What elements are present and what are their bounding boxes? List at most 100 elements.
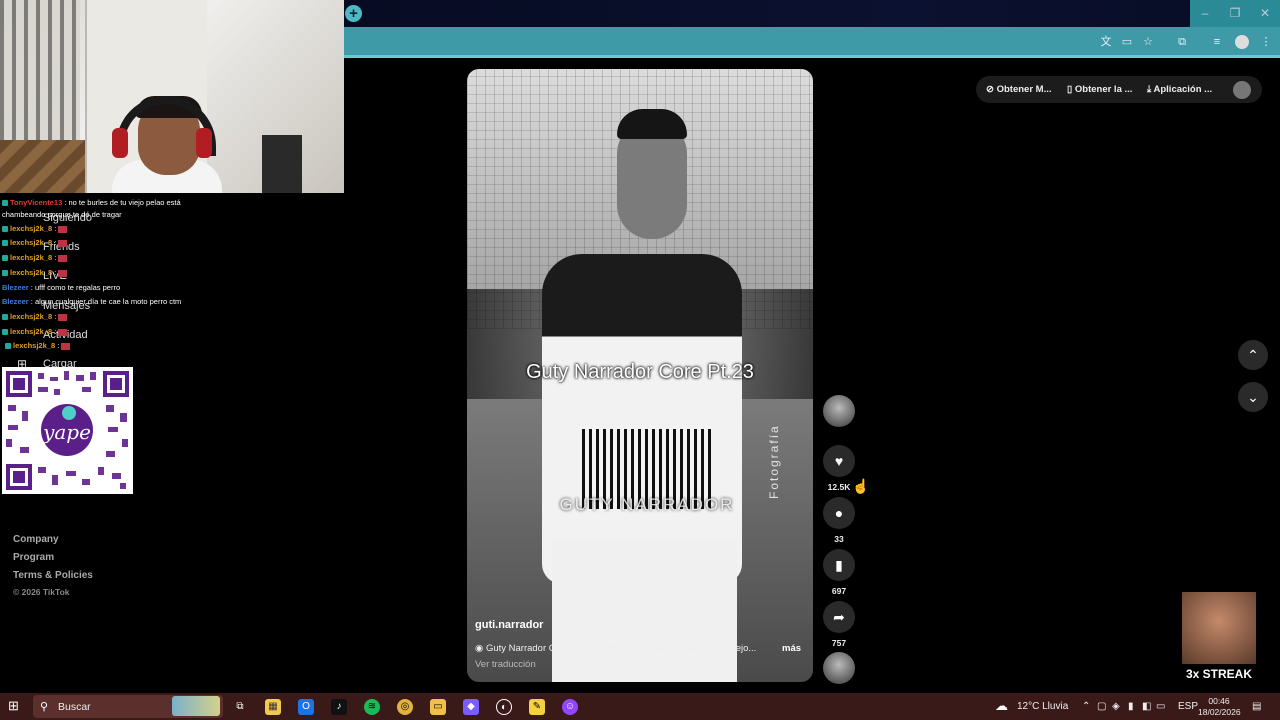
microphone-icon[interactable]: ▮ xyxy=(1128,701,1134,712)
footer-company[interactable]: Company xyxy=(13,534,59,545)
chat-badge-icon xyxy=(5,343,11,350)
discord-icon[interactable]: ☺ xyxy=(562,699,578,715)
next-video-button[interactable]: ⌄ xyxy=(1238,382,1268,412)
chat-message: : xyxy=(54,268,57,277)
outlook-icon[interactable]: O xyxy=(298,699,314,715)
clock[interactable]: 00:46 18/02/2026 xyxy=(1198,696,1241,718)
obs-icon[interactable]: ◐ xyxy=(496,699,512,715)
windows-start-icon[interactable]: ⊞ xyxy=(8,699,22,713)
video-watermark: GUTY NARRADOR xyxy=(559,495,735,514)
browser-menu-icon[interactable]: ⋮ xyxy=(1258,34,1274,50)
desktop-app-button[interactable]: ⤓ Aplicación ... xyxy=(1147,84,1212,95)
chat-username: lexchsj2k_8 xyxy=(10,238,53,247)
tray-app-icon[interactable]: ▢ xyxy=(1097,701,1106,712)
notifications-icon[interactable]: ▤ xyxy=(1252,701,1261,712)
chat-username: Blezeer xyxy=(2,297,29,306)
chat-badge-icon xyxy=(2,329,8,336)
minimize-button[interactable]: – xyxy=(1190,0,1220,27)
browser-profile-avatar[interactable] xyxy=(1235,35,1249,49)
chat-badge-icon xyxy=(2,200,8,207)
language-indicator[interactable]: ESP xyxy=(1178,701,1198,712)
chat-message: chambeando porque te dé de tragar xyxy=(2,210,122,219)
chat-message: : xyxy=(54,253,57,262)
video-author[interactable]: guti.narrador xyxy=(475,619,543,631)
get-app-label: Obtener la ... xyxy=(1074,84,1133,95)
chat-message: : no te burles de tu viejo pelao está xyxy=(64,198,181,207)
chat-username: Blezeer xyxy=(2,283,29,292)
see-translation-link[interactable]: Ver traducción xyxy=(475,659,536,670)
phone-icon: ▯ xyxy=(1067,84,1075,95)
media-icon[interactable]: ≡ xyxy=(1209,34,1225,50)
chat-line: Blezeer : ufff como te regalas perro xyxy=(2,283,120,292)
footer-program[interactable]: Program xyxy=(13,552,54,563)
mouse-cursor-icon: ☝ xyxy=(852,478,870,494)
app-icon[interactable]: ◆ xyxy=(463,699,479,715)
footer-terms[interactable]: Terms & Policies xyxy=(13,570,93,581)
emote-icon xyxy=(58,328,68,336)
chat-message: : xyxy=(54,224,57,233)
store-icon[interactable]: ▦ xyxy=(265,699,281,715)
taskbar-search-placeholder: Buscar xyxy=(58,701,91,713)
chat-line: chambeando porque te dé de tragar xyxy=(2,210,122,219)
share-button[interactable]: ➦ xyxy=(823,601,855,633)
streak-image xyxy=(1182,592,1256,664)
video-side-text: Fotografía xyxy=(767,424,781,499)
new-tab-button[interactable]: + xyxy=(345,5,362,22)
chrome-icon[interactable]: ◎ xyxy=(397,699,413,715)
save-button[interactable]: ▮ xyxy=(823,549,855,581)
sound-icon: ◉ xyxy=(475,643,486,654)
notes-icon[interactable]: ✎ xyxy=(529,699,545,715)
chat-line: lexchsj2k_8 : xyxy=(2,238,68,247)
chat-badge-icon xyxy=(2,240,8,247)
chat-username: lexchsj2k_8 xyxy=(13,341,56,350)
heart-icon: ♥ xyxy=(834,453,844,469)
spotify-icon[interactable]: ≋ xyxy=(364,699,380,715)
tiktok-icon[interactable]: ♪ xyxy=(331,699,347,715)
chat-line: lexchsj2k_8 : xyxy=(2,224,68,233)
tray-expand-icon[interactable]: ⌃ xyxy=(1082,701,1090,712)
video-title-overlay: Guty Narrador Core Pt.23 xyxy=(526,361,754,383)
weather-text[interactable]: 12°C Lluvia xyxy=(1017,701,1068,712)
file-explorer-icon[interactable]: ▭ xyxy=(430,699,446,715)
webcam-chair xyxy=(262,135,302,193)
chat-message: : xyxy=(57,341,60,350)
chevron-down-icon: ⌄ xyxy=(1247,389,1259,405)
previous-video-button[interactable]: ⌃ xyxy=(1238,340,1268,370)
caption-text: Guty Narrador Core Pt.23#ChristianCueva … xyxy=(485,643,757,654)
tray-app-icon[interactable]: ◈ xyxy=(1112,701,1120,712)
video-caption: ◉ Guty Narrador Core Pt.23#ChristianCuev… xyxy=(475,643,805,654)
comment-icon: ● xyxy=(834,505,844,521)
user-avatar[interactable] xyxy=(1233,81,1251,99)
desktop-app-label: Aplicación ... xyxy=(1153,84,1213,95)
tray-app-icon[interactable]: ◧ xyxy=(1142,701,1151,712)
search-icon: ⚲ xyxy=(40,701,49,713)
extensions-icon[interactable]: ⧉ xyxy=(1174,34,1190,50)
get-coins-button[interactable]: ⊘ Obtener M... xyxy=(986,84,1052,95)
chat-line: lexchsj2k_8 : xyxy=(5,341,71,350)
chat-username: lexchsj2k_8 xyxy=(10,312,53,321)
caption-more-link[interactable]: más xyxy=(782,643,801,654)
translate-icon[interactable]: 文 xyxy=(1098,34,1114,50)
chat-line: TonyVicente13 : no te burles de tu viejo… xyxy=(2,198,181,207)
headset-ear-left xyxy=(112,128,128,158)
cast-icon[interactable]: ▭ xyxy=(1119,34,1135,50)
task-view-icon[interactable]: ⧉ xyxy=(232,699,248,715)
chat-line: lexchsj2k_8 : xyxy=(2,268,68,277)
like-button[interactable]: ♥ xyxy=(823,445,855,477)
close-button[interactable]: ✕ xyxy=(1250,0,1280,27)
chat-badge-icon xyxy=(2,270,8,277)
bookmark-star-icon[interactable]: ☆ xyxy=(1140,34,1156,50)
creator-avatar[interactable] xyxy=(823,395,855,427)
video-player[interactable]: Guty Narrador Core Pt.23 GUTY NARRADOR F… xyxy=(467,69,813,682)
player-jersey xyxy=(542,254,742,584)
search-highlight-image xyxy=(172,696,220,716)
share-icon: ➦ xyxy=(833,609,845,625)
streak-label: 3x STREAK xyxy=(1185,667,1253,681)
maximize-button[interactable]: ❐ xyxy=(1220,0,1250,27)
bookmark-icon: ▮ xyxy=(835,557,843,573)
get-app-button[interactable]: ▯ Obtener la ... xyxy=(1067,84,1132,95)
battery-icon[interactable]: ▭ xyxy=(1156,701,1165,712)
music-disc-avatar[interactable] xyxy=(823,652,855,684)
comment-button[interactable]: ● xyxy=(823,497,855,529)
chat-username: lexchsj2k_8 xyxy=(10,224,53,233)
